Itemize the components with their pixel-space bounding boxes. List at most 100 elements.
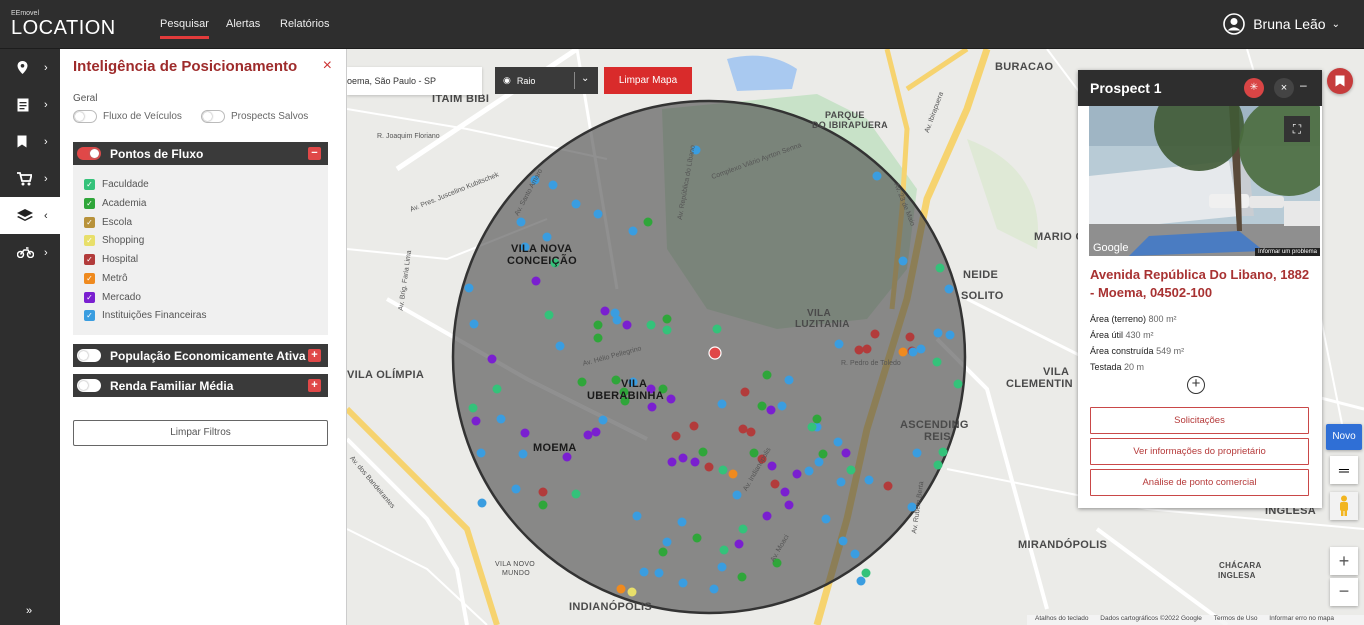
toggle-label: Prospects Salvos: [231, 111, 309, 122]
fullscreen-icon[interactable]: ⛶: [1284, 116, 1310, 142]
nav-pesquisar[interactable]: Pesquisar: [160, 18, 209, 39]
add-circle-icon[interactable]: +: [1187, 376, 1205, 394]
close-icon[interactable]: ×: [1274, 78, 1294, 98]
pin-icon[interactable]: ✳: [1244, 78, 1264, 98]
sidebar-item-layers[interactable]: ‹: [0, 197, 60, 234]
nav-alertas[interactable]: Alertas: [226, 18, 260, 30]
checkbox-label: Shopping: [102, 235, 145, 246]
new-button[interactable]: Novo: [1326, 424, 1362, 450]
expand-icon[interactable]: +: [308, 349, 321, 362]
commercial-analysis-button[interactable]: Análise de ponto comercial: [1090, 469, 1309, 496]
sidebar-item-motorcycle[interactable]: ›: [0, 234, 60, 271]
toggle-switch[interactable]: [201, 110, 225, 123]
owner-info-button[interactable]: Ver informações do proprietário: [1090, 438, 1309, 465]
ruler-icon[interactable]: ═: [1330, 456, 1358, 484]
nav-relatorios[interactable]: Relatórios: [280, 18, 330, 30]
brand-name: LOCATION: [11, 17, 116, 39]
checkbox-shopping[interactable]: ✓ Shopping: [84, 235, 144, 246]
panel-close-icon[interactable]: ×: [323, 57, 332, 75]
accordion-renda[interactable]: Renda Familiar Média +: [73, 374, 328, 397]
checkbox-metro[interactable]: ✓ Metrô: [84, 273, 128, 284]
street-view-pegman-icon[interactable]: [1330, 492, 1358, 520]
chevron-down-icon: ⌄: [581, 73, 590, 84]
checkbox-hospital[interactable]: ✓ Hospital: [84, 254, 138, 265]
toggle-prospects-salvos[interactable]: Prospects Salvos: [201, 110, 308, 123]
district-label: MUNDO: [502, 570, 530, 577]
collapse-icon[interactable]: −: [308, 147, 321, 160]
toggle-switch[interactable]: [77, 349, 101, 362]
positioning-panel: Inteligência de Posicionamento × Geral F…: [60, 49, 347, 625]
district-label: MOEMA: [533, 442, 577, 454]
footer-link[interactable]: Termos de Uso: [1214, 615, 1258, 622]
document-icon: [17, 98, 29, 111]
saved-bookmark-button[interactable]: [1327, 68, 1353, 94]
expand-sidebar-icon[interactable]: »: [26, 605, 32, 617]
street-view-photo[interactable]: ⛶ Google Informar um problema: [1089, 106, 1320, 256]
checkbox-icon[interactable]: ✓: [84, 198, 95, 209]
checkbox-mercado[interactable]: ✓ Mercado: [84, 292, 141, 303]
checkbox-icon[interactable]: ✓: [84, 292, 95, 303]
district-label: VILA OLÍMPIA: [347, 369, 425, 381]
address-search-input[interactable]: oema, São Paulo - SP: [347, 67, 482, 95]
select-divider: [574, 72, 575, 89]
sidebar-item-cart[interactable]: ›: [0, 160, 60, 197]
toggle-switch[interactable]: [73, 110, 97, 123]
sidebar-item-bookmark[interactable]: ›: [0, 123, 60, 160]
accordion-populacao[interactable]: População Economicamente Ativa +: [73, 344, 328, 367]
footer-text: Dados cartográficos ©2022 Google: [1100, 615, 1202, 622]
clear-map-button[interactable]: Limpar Mapa: [604, 67, 692, 94]
user-avatar-icon: [1223, 13, 1246, 35]
clear-filters-button[interactable]: Limpar Filtros: [73, 420, 328, 446]
zoom-in-button[interactable]: +: [1330, 547, 1358, 575]
sidebar-item-document[interactable]: ›: [0, 86, 60, 123]
district-label: CONCEIÇÃO: [507, 255, 577, 267]
chevron-right-icon: ›: [44, 135, 48, 148]
street-label: R. Joaquim Floriano: [377, 133, 440, 140]
checkbox-label: Instituições Financeiras: [102, 310, 207, 321]
zoom-out-button[interactable]: −: [1330, 578, 1358, 606]
accordion-title: Renda Familiar Média: [110, 378, 234, 393]
user-menu[interactable]: Bruna Leão ⌄: [1223, 13, 1340, 35]
checkbox-icon[interactable]: ✓: [84, 273, 95, 284]
checkbox-label: Faculdade: [102, 179, 149, 190]
toggle-switch[interactable]: [77, 379, 101, 392]
minimize-icon[interactable]: –: [1300, 78, 1307, 92]
checkbox-icon[interactable]: ✓: [84, 235, 95, 246]
radius-label: Raio: [516, 75, 536, 86]
checkbox-academia[interactable]: ✓ Academia: [84, 198, 146, 209]
footer-link[interactable]: Informar erro no mapa: [1269, 615, 1334, 622]
accordion-pontos-fluxo[interactable]: Pontos de Fluxo −: [73, 142, 328, 165]
district-label: INDIANÓPOLIS: [569, 601, 653, 613]
map-pin-icon: [17, 61, 28, 74]
report-problem-link[interactable]: Informar um problema: [1254, 248, 1320, 256]
district-label: UBERABINHA: [587, 390, 664, 402]
district-label: VILA: [1043, 366, 1070, 378]
toggle-switch[interactable]: [77, 147, 101, 160]
district-label: INGLESA: [1218, 571, 1256, 580]
radius-select[interactable]: ◉ Raio ⌄: [495, 67, 598, 94]
checkbox-icon[interactable]: ✓: [84, 179, 95, 190]
checkbox-faculdade[interactable]: ✓ Faculdade: [84, 179, 149, 190]
footer-link[interactable]: Atalhos do teclado: [1035, 615, 1088, 622]
prospect-card: Prospect 1 ✳ × – ⛶ Google Informar um pr…: [1078, 70, 1322, 508]
district-label: BURACAO: [995, 61, 1054, 73]
accordion-title: Pontos de Fluxo: [110, 146, 204, 161]
checkbox-icon[interactable]: ✓: [84, 217, 95, 228]
left-sidebar: › › › › ‹ › »: [0, 49, 60, 625]
street-label: R. Pedro de Toledo: [841, 360, 901, 367]
toggle-fluxo-veiculos[interactable]: Fluxo de Veículos: [73, 110, 182, 123]
checkbox-instituicoes-financeiras[interactable]: ✓ Instituições Financeiras: [84, 310, 207, 321]
sidebar-item-location[interactable]: ›: [0, 49, 60, 86]
solicitacoes-button[interactable]: Solicitações: [1090, 407, 1309, 434]
checkbox-icon[interactable]: ✓: [84, 254, 95, 265]
district-label: CLEMENTIN: [1006, 378, 1073, 390]
checkbox-escola[interactable]: ✓ Escola: [84, 217, 132, 228]
accordion-body-pontos-fluxo: ✓ Faculdade ✓ Academia ✓ Escola ✓ Shopping ✓…: [73, 165, 328, 335]
district-label: VILA: [621, 378, 648, 390]
district-label: VILA: [807, 308, 831, 319]
checkbox-icon[interactable]: ✓: [84, 310, 95, 321]
radius-circle[interactable]: [451, 99, 967, 615]
expand-icon[interactable]: +: [308, 379, 321, 392]
district-label: DO IBIRAPUERA: [812, 120, 888, 130]
user-name: Bruna Leão: [1253, 16, 1326, 32]
